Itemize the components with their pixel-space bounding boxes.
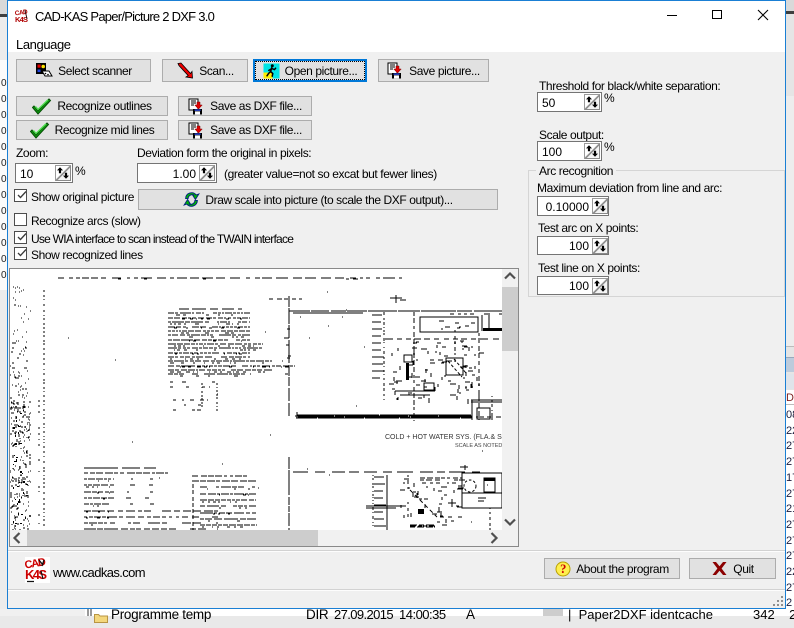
svg-text:COLD + HOT WATER SYS. (FLA.& S: COLD + HOT WATER SYS. (FLA.& S	[385, 434, 502, 441]
svg-text:K4S: K4S	[25, 567, 47, 582]
svg-text:?: ?	[560, 562, 566, 576]
svg-text:SCALE AS NOTED: SCALE AS NOTED	[455, 443, 502, 449]
